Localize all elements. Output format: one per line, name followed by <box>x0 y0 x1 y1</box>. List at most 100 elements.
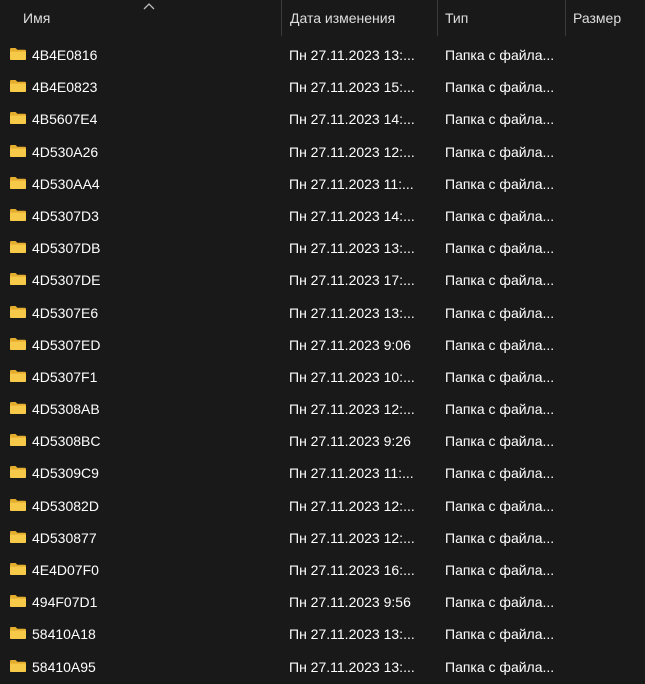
file-name: 4D5309C9 <box>32 465 99 482</box>
file-type: Папка с файла... <box>445 368 555 385</box>
file-row[interactable]: 4D5308BC Пн 27.11.2023 9:26 Папка с файл… <box>0 425 645 457</box>
file-name: 4B5607E4 <box>32 111 98 128</box>
column-header-size-label: Размер <box>573 10 622 26</box>
file-row[interactable]: 4D530AA4 Пн 27.11.2023 11:... Папка с фа… <box>0 168 645 200</box>
folder-icon <box>10 112 26 125</box>
file-size <box>573 361 643 393</box>
column-header-name-label: Имя <box>23 10 51 26</box>
file-type: Папка с файла... <box>445 47 555 63</box>
column-header-size[interactable]: Размер <box>565 0 645 36</box>
folder-icon <box>10 241 26 254</box>
file-row[interactable]: 58410A95 Пн 27.11.2023 13:... Папка с фа… <box>0 651 645 683</box>
file-row[interactable]: 58410A18 Пн 27.11.2023 13:... Папка с фа… <box>0 618 645 650</box>
file-type: Папка с файла... <box>445 143 555 160</box>
file-date-modified: Пн 27.11.2023 17:... <box>289 272 415 289</box>
file-size <box>573 136 643 168</box>
file-size <box>573 425 643 457</box>
file-size <box>573 554 643 586</box>
file-type: Папка с файла... <box>445 336 555 353</box>
file-row[interactable]: 4D530A26 Пн 27.11.2023 12:... Папка с фа… <box>0 136 645 168</box>
file-size <box>573 39 643 71</box>
file-row[interactable]: 4D5307DE Пн 27.11.2023 17:... Папка с фа… <box>0 264 645 296</box>
file-row[interactable]: 4B4E0823 Пн 27.11.2023 15:... Папка с фа… <box>0 71 645 103</box>
file-size <box>573 651 643 683</box>
file-name: 4E4D07F0 <box>32 562 99 578</box>
file-row[interactable]: 494F07D1 Пн 27.11.2023 9:56 Папка с файл… <box>0 586 645 618</box>
file-size <box>573 457 643 489</box>
file-size <box>573 297 643 329</box>
column-header-name[interactable]: Имя <box>0 0 281 36</box>
folder-icon <box>10 498 26 511</box>
file-date-modified: Пн 27.11.2023 12:... <box>289 529 415 546</box>
file-name: 4D5307DE <box>32 272 101 289</box>
column-header-type[interactable]: Тип <box>437 0 565 36</box>
file-row[interactable]: 4D5307ED Пн 27.11.2023 9:06 Папка с файл… <box>0 329 645 361</box>
file-type: Папка с файла... <box>445 304 555 321</box>
file-size <box>573 490 643 522</box>
file-name: 4D5307F1 <box>32 368 98 385</box>
file-type: Папка с файла... <box>445 240 555 257</box>
file-name: 4D530A26 <box>32 143 99 160</box>
folder-icon <box>10 48 26 60</box>
folder-icon <box>10 659 26 672</box>
folder-icon <box>10 337 26 350</box>
file-name: 494F07D1 <box>32 594 98 611</box>
file-date-modified: Пн 27.11.2023 9:06 <box>289 336 411 353</box>
file-type: Папка с файла... <box>445 594 555 611</box>
file-name: 4D5307DB <box>32 240 101 257</box>
file-type: Папка с файла... <box>445 207 555 224</box>
column-header-date-label: Дата изменения <box>290 10 396 26</box>
file-name: 4B4E0816 <box>32 47 98 63</box>
file-type: Папка с файла... <box>445 79 555 96</box>
file-date-modified: Пн 27.11.2023 13:... <box>289 626 415 643</box>
folder-icon <box>10 208 26 221</box>
file-type: Папка с файла... <box>445 626 555 643</box>
file-date-modified: Пн 27.11.2023 12:... <box>289 143 415 160</box>
file-size <box>573 264 643 296</box>
file-type: Папка с файла... <box>445 433 555 450</box>
file-type: Папка с файла... <box>445 272 555 289</box>
file-row[interactable]: 4D53082D Пн 27.11.2023 12:... Папка с фа… <box>0 490 645 522</box>
file-name: 4D530877 <box>32 529 97 546</box>
file-explorer-list: Имя Дата изменения Тип Размер 4B4E0816 П… <box>0 0 645 684</box>
file-list: 4B4E0816 Пн 27.11.2023 13:... Папка с фа… <box>0 39 645 683</box>
file-date-modified: Пн 27.11.2023 12:... <box>289 497 415 514</box>
folder-icon <box>10 80 26 93</box>
file-row[interactable]: 4D530877 Пн 27.11.2023 12:... Папка с фа… <box>0 522 645 554</box>
file-row[interactable]: 4D5307E6 Пн 27.11.2023 13:... Папка с фа… <box>0 297 645 329</box>
file-name: 58410A95 <box>32 658 96 675</box>
file-row[interactable]: 4B5607E4 Пн 27.11.2023 14:... Папка с фа… <box>0 103 645 135</box>
file-row[interactable]: 4D5308AB Пн 27.11.2023 12:... Папка с фа… <box>0 393 645 425</box>
file-date-modified: Пн 27.11.2023 14:... <box>289 207 415 224</box>
file-type: Папка с файла... <box>445 111 555 128</box>
folder-icon <box>10 176 26 189</box>
file-name: 4D5307ED <box>32 336 101 353</box>
file-date-modified: Пн 27.11.2023 9:26 <box>289 433 411 450</box>
file-row[interactable]: 4D5307F1 Пн 27.11.2023 10:... Папка с фа… <box>0 361 645 393</box>
file-size <box>573 168 643 200</box>
file-type: Папка с файла... <box>445 497 555 514</box>
file-date-modified: Пн 27.11.2023 15:... <box>289 79 415 96</box>
file-date-modified: Пн 27.11.2023 12:... <box>289 401 415 418</box>
file-name: 4D5307E6 <box>32 304 99 321</box>
file-row[interactable]: 4D5309C9 Пн 27.11.2023 11:... Папка с фа… <box>0 457 645 489</box>
file-date-modified: Пн 27.11.2023 11:... <box>289 175 414 192</box>
file-row[interactable]: 4E4D07F0 Пн 27.11.2023 16:... Папка с фа… <box>0 554 645 586</box>
column-header-date[interactable]: Дата изменения <box>281 0 437 36</box>
file-size <box>573 103 643 135</box>
file-date-modified: Пн 27.11.2023 13:... <box>289 240 415 257</box>
folder-icon <box>10 466 26 479</box>
file-name: 58410A18 <box>32 626 96 643</box>
file-type: Папка с файла... <box>445 401 555 418</box>
file-name: 4D5308AB <box>32 401 100 418</box>
file-row[interactable]: 4D5307DB Пн 27.11.2023 13:... Папка с фа… <box>0 232 645 264</box>
file-date-modified: Пн 27.11.2023 9:56 <box>289 594 411 611</box>
folder-icon <box>10 563 26 575</box>
file-row[interactable]: 4D5307D3 Пн 27.11.2023 14:... Папка с фа… <box>0 200 645 232</box>
file-row[interactable]: 4B4E0816 Пн 27.11.2023 13:... Папка с фа… <box>0 39 645 71</box>
file-type: Папка с файла... <box>445 658 555 675</box>
folder-icon <box>10 595 26 608</box>
file-name: 4D530AA4 <box>32 175 100 192</box>
file-name: 4D5308BC <box>32 433 101 450</box>
folder-icon <box>10 273 26 286</box>
